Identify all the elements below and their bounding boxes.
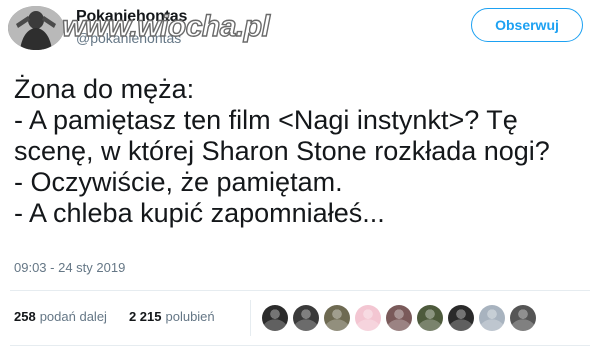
likes-label[interactable]: polubień — [165, 309, 214, 324]
likes-count[interactable]: 2 215 — [129, 309, 162, 324]
divider — [10, 290, 590, 291]
liker-avatars — [262, 305, 536, 331]
tweet-stats: 258 podań dalej 2 215 polubień — [14, 309, 215, 324]
liker-avatar[interactable] — [479, 305, 505, 331]
tweet-line: - Oczywiście, że pamiętam. — [14, 167, 343, 197]
follow-button[interactable]: Obserwuj — [471, 8, 583, 42]
tweet-line: scenę, w której Sharon Stone rozkłada no… — [14, 136, 550, 166]
user-handle[interactable]: @pokaniehontas — [76, 30, 181, 46]
tweet-text: Żona do męża: - A pamiętasz ten film <Na… — [14, 74, 594, 229]
stats-separator — [250, 300, 251, 336]
liker-avatar[interactable] — [448, 305, 474, 331]
liker-avatar[interactable] — [510, 305, 536, 331]
liker-avatar[interactable] — [324, 305, 350, 331]
tweet-timestamp[interactable]: 09:03 - 24 sty 2019 — [14, 260, 125, 275]
tweet-line: - A pamiętasz ten film <Nagi instynkt>? … — [14, 105, 518, 135]
display-name[interactable]: Pokaniehontas — [76, 8, 187, 26]
liker-avatar[interactable] — [293, 305, 319, 331]
retweets-count[interactable]: 258 — [14, 309, 36, 324]
liker-avatar[interactable] — [355, 305, 381, 331]
tweet-line: - A chleba kupić zapomniałeś... — [14, 198, 385, 228]
tweet-line: Żona do męża: — [14, 74, 195, 104]
liker-avatar[interactable] — [417, 305, 443, 331]
liker-avatar[interactable] — [386, 305, 412, 331]
divider — [10, 345, 590, 346]
retweets-label[interactable]: podań dalej — [40, 309, 107, 324]
avatar-image — [8, 6, 64, 50]
liker-avatar[interactable] — [262, 305, 288, 331]
avatar[interactable] — [8, 6, 64, 50]
